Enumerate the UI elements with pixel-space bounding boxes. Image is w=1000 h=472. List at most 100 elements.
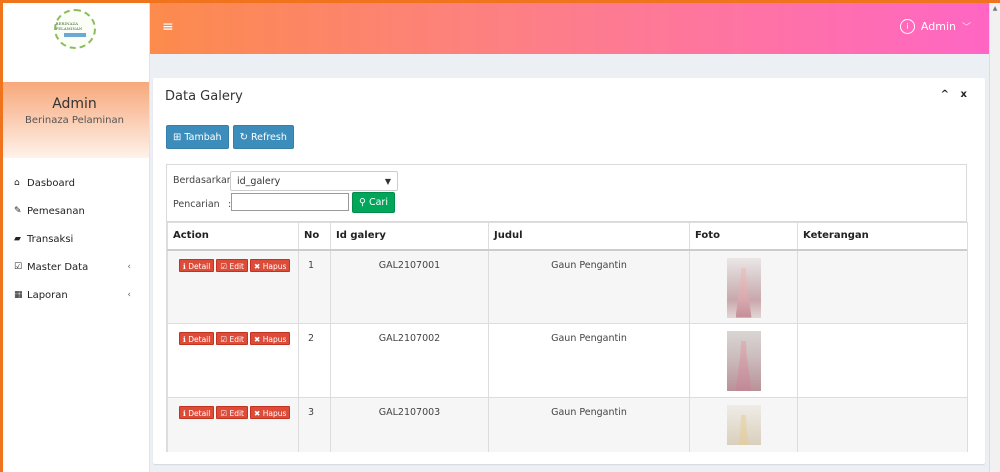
brand-logo[interactable]: BERINAZA PELAMINAN	[53, 9, 96, 49]
frame-top-border	[0, 0, 1000, 3]
edit-label: Edit	[229, 409, 244, 418]
id-cell: GAL2107002	[330, 323, 489, 398]
sidebar-item-dasboard[interactable]: ⌂ Dasboard	[0, 169, 149, 197]
close-icon[interactable]: x	[961, 89, 967, 100]
no-cell: 2	[298, 323, 331, 398]
user-circle-icon: i	[899, 19, 915, 34]
action-cell: ℹ Detail ☑ Edit ✖ Hapus	[167, 249, 299, 324]
detail-button[interactable]: ℹ Detail	[179, 332, 215, 345]
cari-button[interactable]: ⚲ Cari	[352, 192, 395, 213]
berdasarkan-label: Berdasarkan:	[173, 175, 237, 186]
sidebar-item-label: Pemesanan	[27, 205, 85, 217]
foto-cell	[689, 249, 798, 324]
no-cell: 1	[298, 249, 331, 324]
field-select-value: id_galery	[237, 175, 281, 187]
action-cell: ℹ Detail ☑ Edit ✖ Hapus	[167, 397, 299, 452]
menu-toggle-icon[interactable]: ≡	[162, 19, 174, 35]
keterangan-cell	[797, 249, 967, 324]
sidebar-item-label: Laporan	[27, 289, 68, 301]
calendar-icon: ▦	[14, 290, 23, 300]
table-header-row: Action No Id galery Judul Foto Keteranga…	[167, 222, 967, 251]
search-input[interactable]	[231, 193, 349, 211]
logo-area: BERINAZA PELAMINAN	[0, 0, 149, 58]
pencil-icon: ✎	[14, 206, 22, 216]
edit-button[interactable]: ☑ Edit	[216, 406, 248, 419]
tambah-button[interactable]: ⊞ Tambah	[166, 125, 229, 149]
logo-text: BERINAZA PELAMINAN	[55, 21, 83, 31]
sidebar-menu: ⌂ Dasboard ✎ Pemesanan ▰ Transaksi ☑ Mas…	[0, 169, 149, 309]
chevron-down-icon: ﹀	[961, 23, 971, 33]
sidebar-item-transaksi[interactable]: ▰ Transaksi	[0, 225, 149, 253]
column-header[interactable]: Keterangan	[797, 222, 967, 251]
filter-form: Berdasarkan: id_galery ▼ Pencarian : ⚲ C…	[166, 164, 967, 222]
tambah-label: Tambah	[184, 131, 222, 143]
foto-cell	[689, 397, 798, 452]
dress-shape	[735, 415, 752, 445]
panel-title: Data Galery	[165, 89, 243, 104]
edit-icon: ☑	[14, 262, 23, 272]
dress-shape	[735, 267, 752, 318]
column-header[interactable]: Judul	[488, 222, 690, 251]
keterangan-cell	[797, 323, 967, 398]
sidebar-item-pemesanan[interactable]: ✎ Pemesanan	[0, 197, 149, 225]
hapus-button[interactable]: ✖ Hapus	[250, 406, 291, 419]
chevron-left-icon: ‹	[127, 262, 131, 272]
user-name: Admin	[52, 96, 97, 112]
column-header[interactable]: Foto	[689, 222, 798, 251]
refresh-icon: ↻	[239, 131, 248, 143]
galery-table: Action No Id galery Judul Foto Keteranga…	[167, 222, 967, 452]
sidebar-item-laporan[interactable]: ▦ Laporan ‹	[0, 281, 149, 309]
column-header[interactable]: Action	[167, 222, 299, 251]
cari-label: Cari	[368, 197, 388, 208]
keterangan-cell	[797, 397, 967, 452]
detail-button[interactable]: ℹ Detail	[179, 258, 215, 272]
scroll-up-icon[interactable]: ▲	[990, 3, 1000, 15]
pencarian-label: Pencarian	[173, 199, 220, 210]
dress-photo[interactable]	[726, 331, 761, 391]
hapus-label: Hapus	[262, 261, 287, 271]
edit-label: Edit	[229, 261, 244, 271]
sidebar-item-master-data[interactable]: ☑ Master Data ‹	[0, 253, 149, 281]
user-menu[interactable]: i Admin ﹀	[899, 19, 971, 34]
action-cell: ℹ Detail ☑ Edit ✖ Hapus	[167, 323, 299, 398]
sidebar-item-label: Transaksi	[27, 233, 74, 245]
sidebar-item-label: Dasboard	[27, 177, 75, 189]
detail-button[interactable]: ℹ Detail	[179, 406, 215, 419]
sidebar: BERINAZA PELAMINAN Admin Berinaza Pelami…	[0, 0, 150, 472]
edit-button[interactable]: ☑ Edit	[216, 258, 248, 272]
page-scrollbar[interactable]: ▲	[989, 3, 1000, 472]
hapus-label: Hapus	[262, 409, 287, 418]
foto-cell	[689, 323, 798, 398]
table-row: ℹ Detail ☑ Edit ✖ Hapus 2 GAL2107002 Gau…	[167, 323, 967, 398]
top-navbar: ≡ i Admin ﹀	[150, 3, 989, 54]
chevron-left-icon: ‹	[127, 290, 131, 300]
id-cell: GAL2107001	[330, 249, 489, 324]
panel-tools: ^ x	[933, 89, 967, 100]
hapus-button[interactable]: ✖ Hapus	[250, 258, 291, 272]
judul-cell: Gaun Pengantin	[488, 323, 690, 398]
dress-photo[interactable]	[726, 257, 761, 318]
book-icon: ▰	[14, 234, 21, 244]
table-row: ℹ Detail ☑ Edit ✖ Hapus 1 GAL2107001 Gau…	[167, 249, 967, 324]
galery-table-wrapper[interactable]: Action No Id galery Judul Foto Keteranga…	[166, 222, 968, 452]
column-header[interactable]: No	[298, 222, 331, 251]
refresh-label: Refresh	[250, 131, 287, 143]
edit-button[interactable]: ☑ Edit	[216, 332, 248, 345]
collapse-icon[interactable]: ^	[941, 89, 949, 100]
detail-label: Detail	[188, 409, 211, 418]
field-select[interactable]: id_galery ▼	[230, 171, 398, 191]
toolbar: ⊞ Tambah ↻ Refresh	[166, 125, 298, 149]
detail-label: Detail	[188, 335, 211, 344]
id-cell: GAL2107003	[330, 397, 489, 452]
dress-photo[interactable]	[726, 405, 761, 445]
judul-cell: Gaun Pengantin	[488, 249, 690, 324]
user-menu-label: Admin	[920, 20, 956, 33]
hapus-button[interactable]: ✖ Hapus	[250, 332, 291, 345]
plus-square-icon: ⊞	[173, 131, 182, 143]
no-cell: 3	[298, 397, 331, 452]
edit-label: Edit	[229, 335, 244, 344]
column-header[interactable]: Id galery	[330, 222, 489, 251]
refresh-button[interactable]: ↻ Refresh	[232, 125, 294, 149]
detail-label: Detail	[188, 261, 211, 271]
judul-cell: Gaun Pengantin	[488, 397, 690, 452]
